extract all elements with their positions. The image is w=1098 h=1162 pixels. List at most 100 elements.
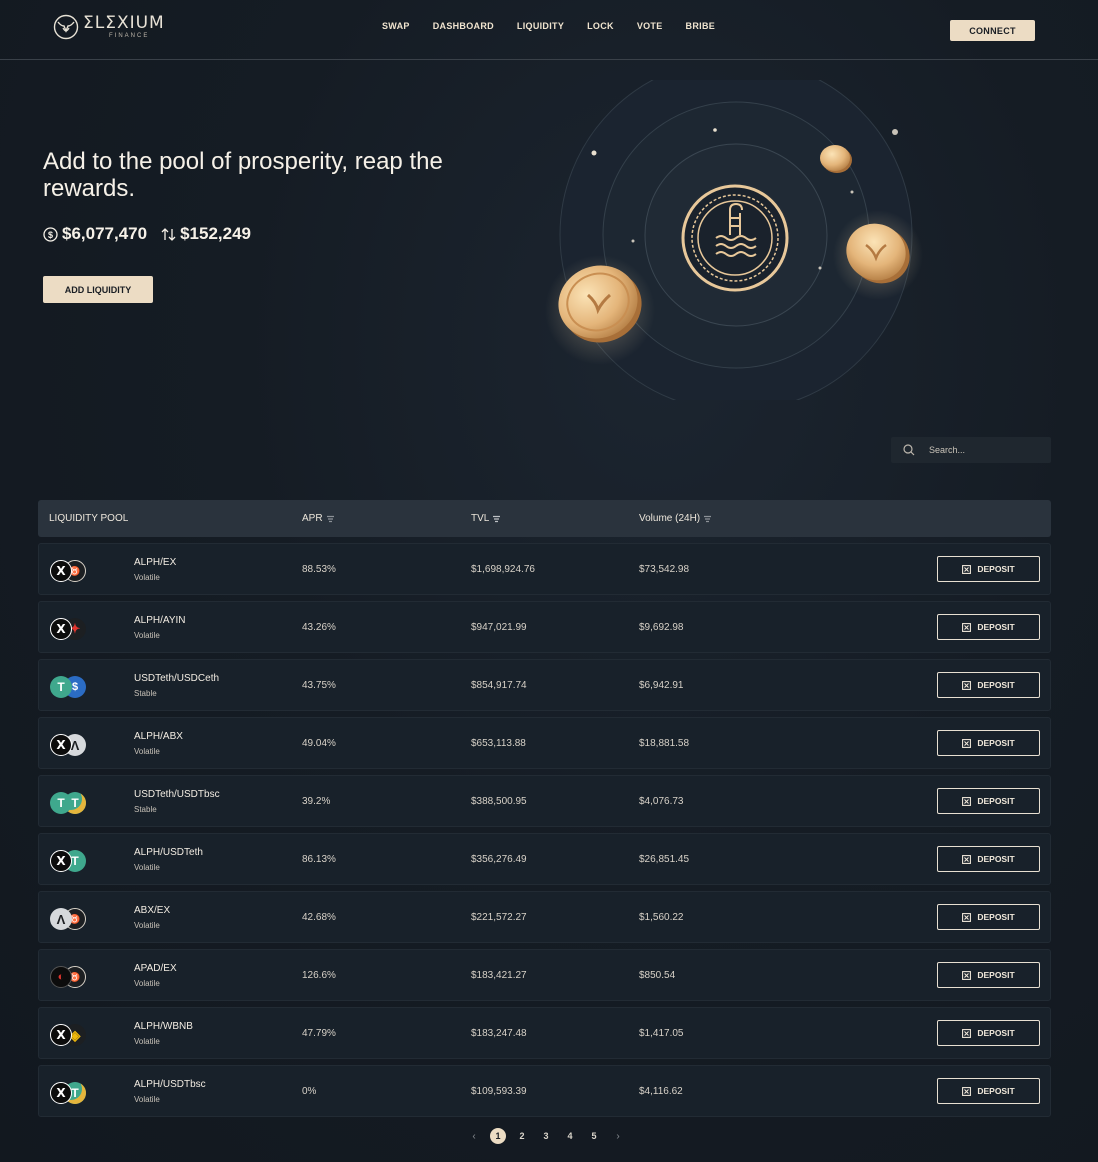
pool-type: Stable (134, 689, 157, 698)
table-row[interactable]: X ◈ ALPH/WBNB Volatile 47.79% $183,247.48 $1,4… (38, 1007, 1051, 1059)
table-row[interactable]: T T USDTeth/USDTbsc Stable 39.2% $388,500.95 $… (38, 775, 1051, 827)
alph-icon: X (50, 618, 72, 640)
nav-swap[interactable]: SWAP (382, 21, 410, 31)
pool-volume: $9,692.98 (639, 622, 684, 633)
token-pair-icons: T $ (50, 676, 90, 698)
table-row[interactable]: X Λ ALPH/ABX Volatile 49.04% $653,113.88 $18,8… (38, 717, 1051, 769)
search-box (891, 437, 1051, 463)
header-apr[interactable]: APR (302, 513, 335, 524)
table-row[interactable]: X T ALPH/USDTeth Volatile 86.13% $356,276.49 $… (38, 833, 1051, 885)
token-pair-icons: XT (50, 850, 90, 872)
next-page-icon[interactable]: › (610, 1128, 626, 1144)
deposit-button[interactable]: DEPOSIT (937, 672, 1040, 698)
header-tvl[interactable]: TVL (471, 513, 501, 524)
pool-name: ALPH/ABX (134, 731, 183, 742)
pool-tvl: $947,021.99 (471, 622, 527, 633)
deposit-icon (962, 854, 972, 864)
pool-tvl: $221,572.27 (471, 912, 527, 923)
page-3[interactable]: 3 (538, 1128, 554, 1144)
nav-dashboard[interactable]: DASHBOARD (433, 21, 494, 31)
pool-type: Volatile (134, 1037, 160, 1046)
deposit-button[interactable]: DEPOSIT (937, 788, 1040, 814)
deposit-label: DEPOSIT (977, 854, 1015, 864)
nav-lock[interactable]: LOCK (587, 21, 614, 31)
pool-volume: $4,116.62 (639, 1086, 683, 1097)
pool-type: Stable (134, 805, 157, 814)
main-nav: SWAP DASHBOARD LIQUIDITY LOCK VOTE BRIBE (382, 21, 738, 31)
table-row[interactable]: Λ ♉ ABX/EX Volatile 42.68% $221,572.27 $1,560.… (38, 891, 1051, 943)
pool-type: Volatile (134, 747, 160, 756)
page-2[interactable]: 2 (514, 1128, 530, 1144)
table-row[interactable]: X ♉ ALPH/EX Volatile 88.53% $1,698,924.76 $73,… (38, 543, 1051, 595)
deposit-button[interactable]: DEPOSIT (937, 962, 1040, 988)
logo[interactable]: ΣLΣXIUM FINANCE (53, 14, 165, 40)
alph-icon: X (50, 1024, 72, 1046)
table-header: LIQUIDITY POOL APR TVL Volume (24H) (38, 500, 1051, 537)
bull-logo-icon (53, 14, 79, 40)
deposit-label: DEPOSIT (977, 796, 1015, 806)
pool-coins-illustration (545, 80, 923, 400)
deposit-button[interactable]: DEPOSIT (937, 904, 1040, 930)
nav-vote[interactable]: VOTE (637, 21, 663, 31)
deposit-icon (962, 1028, 972, 1038)
deposit-button[interactable]: DEPOSIT (937, 614, 1040, 640)
pool-volume: $1,560.22 (639, 912, 684, 923)
pool-apr: 47.79% (302, 1028, 336, 1039)
deposit-button[interactable]: DEPOSIT (937, 1078, 1040, 1104)
search-icon (903, 444, 915, 456)
pool-name: ABX/EX (134, 905, 171, 916)
table-row[interactable]: T $ USDTeth/USDCeth Stable 43.75% $854,917.74… (38, 659, 1051, 711)
pool-tvl: $388,500.95 (471, 796, 527, 807)
table-row[interactable]: X T ALPH/USDTbsc Volatile 0% $109,593.39 $4,11… (38, 1065, 1051, 1117)
pool-tvl: $183,421.27 (471, 970, 527, 981)
page-1[interactable]: 1 (490, 1128, 506, 1144)
add-liquidity-button[interactable]: ADD LIQUIDITY (43, 276, 153, 303)
abx-icon: Λ (50, 908, 72, 930)
pool-type: Volatile (134, 631, 160, 640)
pool-apr: 43.26% (302, 622, 336, 633)
pool-volume: $850.54 (639, 970, 676, 981)
logo-name: ΣLΣXIUM (83, 12, 165, 33)
header-volume[interactable]: Volume (24H) (639, 513, 712, 524)
pool-tvl: $183,247.48 (471, 1028, 527, 1039)
volume-value: $152,249 (180, 224, 251, 243)
pool-type: Volatile (134, 921, 160, 930)
deposit-button[interactable]: DEPOSIT (937, 846, 1040, 872)
token-pair-icons: X ✦ (50, 618, 90, 640)
table-row[interactable]: X ✦ ALPH/AYIN Volatile 43.26% $947,021.99 $9,6… (38, 601, 1051, 653)
pool-volume: $4,076.73 (639, 796, 684, 807)
pool-type: Volatile (134, 979, 160, 988)
pool-volume: $1,417.05 (639, 1028, 684, 1039)
pool-name: ALPH/USDTbsc (134, 1079, 206, 1090)
token-pair-icons: X ♉ (50, 560, 90, 582)
nav-bribe[interactable]: BRIBE (686, 21, 716, 31)
deposit-icon (962, 1086, 972, 1096)
dollar-coin-icon: $ (43, 226, 58, 242)
pool-type: Volatile (134, 1095, 160, 1104)
deposit-icon (962, 796, 972, 806)
volume-stat: $152,249 (161, 224, 251, 244)
deposit-label: DEPOSIT (977, 1086, 1015, 1096)
tvl-value: $6,077,470 (62, 224, 148, 243)
connect-button[interactable]: CONNECT (950, 20, 1035, 41)
deposit-label: DEPOSIT (977, 680, 1015, 690)
pool-apr: 49.04% (302, 738, 336, 749)
deposit-icon (962, 970, 972, 980)
page-4[interactable]: 4 (562, 1128, 578, 1144)
search-input[interactable] (929, 441, 1044, 459)
deposit-label: DEPOSIT (977, 622, 1015, 632)
tvl-stat: $ $6,077,470 (43, 224, 147, 244)
token-pair-icons: ◐ ♉ (50, 966, 90, 988)
deposit-label: DEPOSIT (977, 564, 1015, 574)
usdt-icon: T (50, 792, 72, 814)
pool-apr: 88.53% (302, 564, 336, 575)
deposit-button[interactable]: DEPOSIT (937, 556, 1040, 582)
deposit-button[interactable]: DEPOSIT (937, 730, 1040, 756)
pool-apr: 126.6% (302, 970, 336, 981)
nav-liquidity[interactable]: LIQUIDITY (517, 21, 564, 31)
prev-page-icon[interactable]: ‹ (466, 1128, 482, 1144)
table-row[interactable]: ◐ ♉ APAD/EX Volatile 126.6% $183,421.27 $850.5… (38, 949, 1051, 1001)
page-5[interactable]: 5 (586, 1128, 602, 1144)
pool-apr: 42.68% (302, 912, 336, 923)
deposit-button[interactable]: DEPOSIT (937, 1020, 1040, 1046)
